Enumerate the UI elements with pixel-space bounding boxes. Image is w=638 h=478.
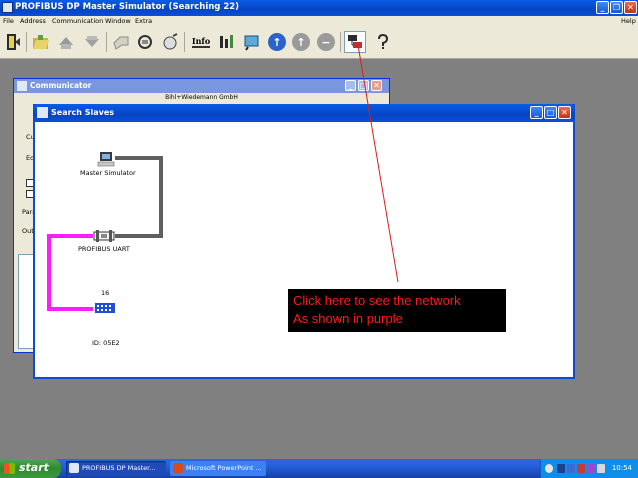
upload-disabled-button[interactable] (55, 31, 77, 53)
folder-icon (33, 35, 49, 49)
start-label: start (19, 461, 49, 474)
taskbar: start PROFIBUS DP Master... Microsoft Po… (0, 459, 638, 478)
system-tray: 10:54 (540, 459, 638, 478)
tray-volume-icon[interactable] (597, 464, 605, 473)
help-button[interactable] (372, 31, 394, 53)
configure-button[interactable] (241, 31, 263, 53)
taskbar-item-powerpoint-label: Microsoft PowerPoint ... (186, 464, 262, 472)
tray-network-icon[interactable] (587, 464, 595, 473)
menu-window[interactable]: Window (105, 17, 131, 25)
menu-address[interactable]: Address (20, 17, 46, 25)
search-slaves-title-bar[interactable]: Search Slaves _ □ ✕ (33, 104, 575, 122)
close-button[interactable]: ✕ (624, 1, 637, 14)
open-folder-button[interactable] (30, 31, 52, 53)
master-simulator-label: Master Simulator (80, 169, 136, 177)
taskbar-clock: 10:54 (611, 464, 632, 472)
stop-button[interactable]: − (315, 31, 337, 53)
arrow-up-button[interactable]: ↑ (266, 31, 288, 53)
communicator-minimize-button[interactable]: _ (345, 80, 356, 91)
powerpoint-icon (173, 463, 183, 473)
taskbar-item-profibus-label: PROFIBUS DP Master... (82, 464, 156, 472)
menu-help[interactable]: Help (621, 17, 636, 25)
tool-icon (163, 33, 178, 50)
tag-icon (113, 36, 129, 50)
toolbar: Info ↑ ↑ − (0, 27, 638, 59)
search-bus-button[interactable] (134, 31, 156, 53)
menu-bar: File Address Communication Window Extra … (0, 16, 638, 27)
bus-signal-icon (220, 35, 233, 48)
instruction-callout: Click here to see the network As shown i… (288, 289, 506, 332)
slave-config-icon (244, 35, 259, 51)
tag-button[interactable] (110, 31, 132, 53)
taskbar-item-profibus[interactable]: PROFIBUS DP Master... (66, 461, 166, 476)
communicator-close-button[interactable]: ✕ (371, 80, 382, 91)
master-simulator-icon[interactable] (97, 151, 115, 167)
door-exit-icon (7, 34, 20, 50)
communicator-icon (17, 81, 27, 91)
search-slaves-minimize-button[interactable]: _ (530, 106, 543, 119)
communicator-title: Communicator (30, 81, 92, 90)
menu-communication[interactable]: Communication (52, 17, 103, 25)
main-title-bar[interactable]: PROFIBUS DP Master Simulator (Searching … (0, 0, 638, 16)
slave-device-icon[interactable] (94, 302, 116, 314)
profibus-uart-label: PROFIBUS UART (78, 245, 130, 253)
callout-line-2: As shown in purple (293, 311, 403, 326)
search-slaves-maximize-button[interactable]: □ (544, 106, 557, 119)
start-button[interactable]: start (0, 459, 61, 478)
info-button[interactable]: Info (189, 31, 213, 53)
search-slaves-window[interactable]: Search Slaves _ □ ✕ Master Simulator PRO… (33, 104, 575, 379)
minimize-button[interactable]: _ (596, 1, 609, 14)
tray-security-icon[interactable] (577, 464, 585, 473)
profibus-uart-icon[interactable] (93, 229, 115, 243)
menu-extra[interactable]: Extra (135, 17, 152, 25)
communicator-subtitle: Bihl+Wiedemann GmbH (165, 94, 238, 101)
network-view-icon (348, 35, 362, 48)
taskbar-item-powerpoint[interactable]: Microsoft PowerPoint ... (170, 461, 266, 476)
tray-arrow-icon[interactable] (545, 464, 553, 473)
signal-button[interactable] (216, 31, 238, 53)
slave-id-label: ID: 05E2 (92, 339, 120, 347)
diagnostics-button[interactable] (159, 31, 181, 53)
profibus-app-icon (69, 463, 79, 473)
arrow-up-disabled-button[interactable]: ↑ (290, 31, 312, 53)
minus-circle-icon: − (317, 33, 335, 51)
magnifier-device-icon (138, 35, 152, 49)
app-title: PROFIBUS DP Master Simulator (Searching … (15, 2, 240, 12)
hand-upload-icon (59, 37, 73, 49)
windows-logo-icon (4, 463, 15, 474)
network-view-button[interactable] (344, 31, 366, 53)
search-slaves-close-button[interactable]: ✕ (558, 106, 571, 119)
exit-button[interactable] (2, 31, 24, 53)
search-slaves-title: Search Slaves (51, 108, 115, 117)
app-icon (2, 2, 13, 13)
slave-address-label: 16 (101, 289, 110, 297)
communicator-title-bar[interactable]: Communicator _ □ ✕ (14, 79, 389, 93)
search-slaves-icon (37, 107, 48, 118)
info-label: Info (191, 36, 211, 48)
arrow-up-disabled-icon: ↑ (292, 33, 310, 51)
hand-download-icon (85, 36, 99, 47)
callout-line-1: Click here to see the network (293, 293, 461, 308)
restore-button[interactable]: ❐ (610, 1, 623, 14)
menu-file[interactable]: File (3, 17, 14, 25)
download-disabled-button[interactable] (81, 31, 103, 53)
arrow-up-icon: ↑ (268, 33, 286, 51)
tray-device-icon[interactable] (557, 464, 565, 473)
communicator-maximize-button[interactable]: □ (358, 80, 369, 91)
tray-monitor-icon[interactable] (567, 464, 575, 473)
question-mark-icon (378, 33, 389, 49)
